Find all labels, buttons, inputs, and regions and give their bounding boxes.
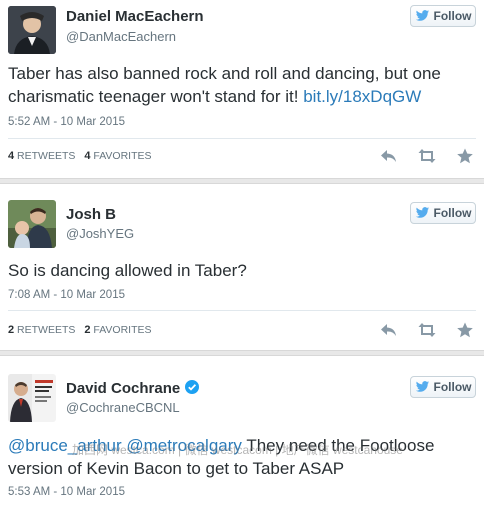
tweet-card: Daniel MacEachern @DanMacEachern Follow … — [0, 0, 484, 176]
tweet-text: Taber has also banned rock and roll and … — [8, 64, 441, 106]
twitter-bird-icon — [415, 207, 429, 218]
watermark: 加西网 westca.com | 微信 westcacom | 地产微信 wes… — [72, 443, 403, 457]
favorite-count[interactable]: 2 — [84, 324, 90, 336]
follow-label: Follow — [433, 380, 472, 394]
favorites-label: FAVORITES — [93, 324, 152, 336]
tweet-text: So is dancing allowed in Taber? — [8, 261, 247, 280]
follow-label: Follow — [433, 9, 472, 23]
tweet-actions — [380, 322, 474, 338]
username[interactable]: @JoshYEG — [66, 226, 134, 241]
avatar[interactable] — [8, 374, 56, 422]
tweet-actions — [380, 148, 474, 164]
follow-button[interactable]: Follow — [410, 376, 476, 398]
avatar[interactable] — [8, 6, 56, 54]
verified-badge-icon — [185, 380, 200, 394]
tweet-card: David Cochrane @CochraneCBCNL Follow @br… — [0, 358, 484, 510]
follow-label: Follow — [433, 206, 472, 220]
avatar[interactable] — [8, 200, 56, 248]
reply-icon[interactable] — [380, 322, 398, 338]
star-icon[interactable] — [456, 322, 474, 338]
display-name[interactable]: Daniel MacEachern — [66, 8, 204, 25]
tweet-stats: 2 RETWEETS 2 FAVORITES — [8, 324, 152, 336]
retweet-icon[interactable] — [418, 148, 436, 164]
star-icon[interactable] — [456, 148, 474, 164]
retweet-icon[interactable] — [418, 322, 436, 338]
twitter-bird-icon — [415, 10, 429, 21]
reply-icon[interactable] — [380, 148, 398, 164]
retweet-count[interactable]: 2 — [8, 324, 14, 336]
tweet-timestamp[interactable]: 7:08 AM - 10 Mar 2015 — [8, 289, 125, 301]
display-name[interactable]: Josh B — [66, 206, 116, 223]
retweets-label: RETWEETS — [17, 150, 76, 162]
stats-divider — [8, 310, 476, 311]
favorite-count[interactable]: 4 — [84, 150, 90, 162]
tweet-stats: 4 RETWEETS 4 FAVORITES — [8, 150, 152, 162]
retweet-count[interactable]: 4 — [8, 150, 14, 162]
tweet-timestamp[interactable]: 5:53 AM - 10 Mar 2015 — [8, 486, 125, 498]
tweet-separator — [0, 350, 484, 356]
tweet-link[interactable]: bit.ly/18xDqGW — [303, 87, 421, 106]
twitter-bird-icon — [415, 381, 429, 392]
follow-button[interactable]: Follow — [410, 5, 476, 27]
stats-divider — [8, 138, 476, 139]
retweets-label: RETWEETS — [17, 324, 76, 336]
tweet-timestamp[interactable]: 5:52 AM - 10 Mar 2015 — [8, 116, 125, 128]
follow-button[interactable]: Follow — [410, 202, 476, 224]
tweet-card: Josh B @JoshYEG Follow So is dancing all… — [0, 186, 484, 348]
username[interactable]: @CochraneCBCNL — [66, 400, 180, 415]
tweet-separator — [0, 178, 484, 184]
favorites-label: FAVORITES — [93, 150, 152, 162]
username[interactable]: @DanMacEachern — [66, 29, 176, 44]
display-name[interactable]: David Cochrane — [66, 380, 200, 397]
